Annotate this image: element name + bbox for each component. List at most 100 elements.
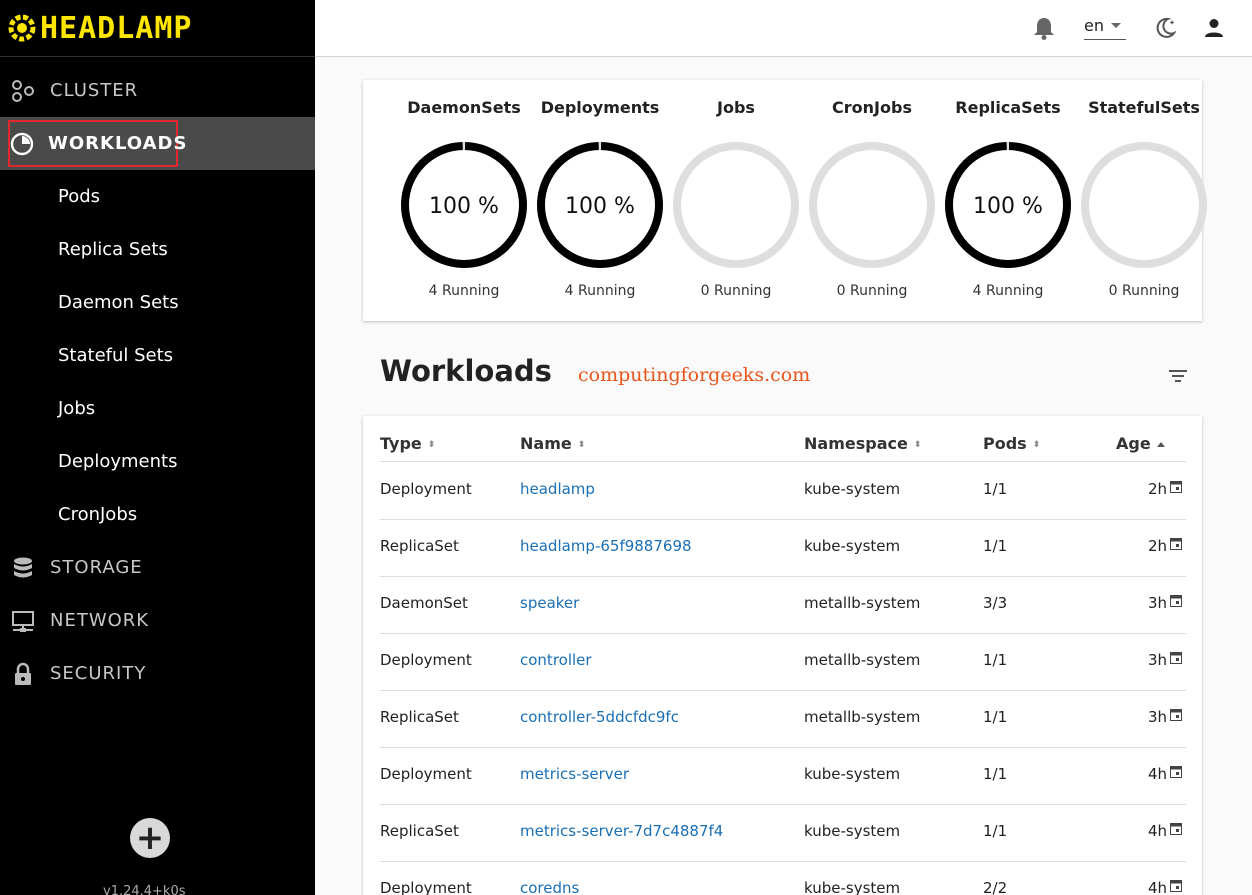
table-row: Deployment coredns kube-system 2/2 4h [380, 862, 1186, 895]
calendar-icon[interactable] [1170, 708, 1182, 721]
add-cluster-button[interactable]: + [130, 818, 170, 858]
gauge-chart [1081, 142, 1207, 268]
cell-name-link[interactable]: metrics-server-7d7c4887f4 [520, 822, 723, 840]
sort-ascending-icon [1156, 442, 1165, 447]
sidebar-item-workloads[interactable]: WORKLOADS [0, 117, 315, 170]
gauge-cronjobs[interactable]: CronJobs 0 Running [804, 80, 940, 299]
column-header-name[interactable]: Name ⬍ [520, 434, 585, 453]
cell-name-link[interactable]: headlamp [520, 480, 595, 498]
sidebar-item-security[interactable]: SECURITY [0, 647, 315, 700]
gauge-chart: 100 % [537, 142, 663, 268]
cell-age: 3h [1147, 594, 1167, 612]
calendar-icon[interactable] [1170, 765, 1182, 778]
cell-pods: 1/1 [983, 480, 1008, 498]
cell-age: 4h [1147, 822, 1167, 840]
cell-age: 4h [1147, 879, 1167, 895]
calendar-icon[interactable] [1170, 480, 1182, 493]
gauge-chart [809, 142, 935, 268]
gauge-running: 0 Running [836, 283, 908, 299]
calendar-icon[interactable] [1170, 594, 1182, 607]
cell-age: 3h [1147, 708, 1167, 726]
gauge-title: Jobs [717, 98, 755, 117]
theme-toggle-button[interactable] [1150, 13, 1180, 43]
cell-namespace: metallb-system [804, 708, 921, 726]
cell-age: 3h [1147, 651, 1167, 669]
sort-icon: ⬍ [427, 439, 436, 450]
network-icon [10, 608, 36, 634]
cell-type: ReplicaSet [380, 537, 459, 555]
cluster-icon [10, 78, 36, 104]
sidebar-item-pods[interactable]: Pods [0, 170, 315, 223]
cell-type: Deployment [380, 765, 472, 783]
cell-name-link[interactable]: controller [520, 651, 592, 669]
cell-type: Deployment [380, 480, 472, 498]
chevron-down-icon [1110, 23, 1121, 28]
cell-pods: 1/1 [983, 822, 1008, 840]
sidebar-item-cronjobs[interactable]: CronJobs [0, 488, 315, 541]
headlamp-logo[interactable]: HEADLAMP [0, 0, 315, 57]
sidebar: HEADLAMP CLUSTER WORKLOADS Pods Replica … [0, 0, 315, 895]
sidebar-item-network[interactable]: NETWORK [0, 594, 315, 647]
sidebar-item-storage[interactable]: STORAGE [0, 541, 315, 594]
sidebar-item-deployments[interactable]: Deployments [0, 435, 315, 488]
cell-name-link[interactable]: controller-5ddcfdc9fc [520, 708, 679, 726]
top-bar: en [315, 0, 1252, 57]
column-header-pods[interactable]: Pods ⬍ [983, 434, 1040, 453]
sidebar-item-label: SECURITY [50, 663, 147, 684]
notifications-button[interactable] [1029, 13, 1059, 43]
cell-pods: 1/1 [983, 708, 1008, 726]
sidebar-item-daemon-sets[interactable]: Daemon Sets [0, 276, 315, 329]
sidebar-item-replica-sets[interactable]: Replica Sets [0, 223, 315, 276]
table-row: Deployment controller metallb-system 1/1… [380, 634, 1186, 691]
gauge-percent: 100 % [565, 194, 635, 219]
filter-button[interactable] [1165, 365, 1191, 387]
user-icon [1205, 19, 1223, 37]
cell-name-link[interactable]: metrics-server [520, 765, 629, 783]
column-header-namespace[interactable]: Namespace ⬍ [804, 434, 921, 453]
user-account-button[interactable] [1199, 13, 1229, 43]
gauge-jobs[interactable]: Jobs 0 Running [668, 80, 804, 299]
gauge-title: Deployments [540, 98, 660, 117]
sidebar-item-label: NETWORK [50, 610, 150, 631]
plus-icon: + [135, 818, 165, 858]
column-header-type[interactable]: Type ⬍ [380, 434, 435, 453]
sort-icon: ⬍ [913, 439, 922, 450]
cell-name-link[interactable]: headlamp-65f9887698 [520, 537, 692, 555]
cell-type: ReplicaSet [380, 822, 459, 840]
cell-namespace: kube-system [804, 765, 901, 783]
gauge-daemonsets[interactable]: DaemonSets 100 % 4 Running [396, 80, 532, 299]
gauge-deployments[interactable]: Deployments 100 % 4 Running [532, 80, 668, 299]
gauge-title: DaemonSets [407, 98, 521, 117]
gauge-running: 4 Running [972, 283, 1044, 299]
lock-icon [10, 661, 36, 687]
cell-pods: 1/1 [983, 651, 1008, 669]
gauge-percent: 100 % [973, 194, 1043, 219]
workloads-table: Type ⬍ Name ⬍ Namespace ⬍ Pods ⬍ Age Deploym… [363, 416, 1202, 895]
calendar-icon[interactable] [1170, 879, 1182, 892]
calendar-icon[interactable] [1170, 822, 1182, 835]
gauge-statefulsets[interactable]: StatefulSets 0 Running [1076, 80, 1212, 299]
sidebar-item-jobs[interactable]: Jobs [0, 382, 315, 435]
sidebar-item-cluster[interactable]: CLUSTER [0, 64, 315, 117]
gauge-running: 4 Running [428, 283, 500, 299]
brand-name: HEADLAMP [40, 10, 193, 46]
table-row: Deployment metrics-server kube-system 1/… [380, 748, 1186, 805]
gauge-replicasets[interactable]: ReplicaSets 100 % 4 Running [940, 80, 1076, 299]
cell-namespace: kube-system [804, 879, 901, 895]
cell-name-link[interactable]: speaker [520, 594, 579, 612]
sidebar-item-stateful-sets[interactable]: Stateful Sets [0, 329, 315, 382]
cell-namespace: kube-system [804, 537, 901, 555]
headlamp-logo-icon [8, 14, 36, 42]
workloads-icon [10, 131, 34, 157]
table-row: DaemonSet speaker metallb-system 3/3 3h [380, 577, 1186, 634]
sort-icon: ⬍ [1032, 439, 1041, 450]
calendar-icon[interactable] [1170, 651, 1182, 664]
workloads-highlight: WORKLOADS [8, 120, 186, 167]
gauge-running: 4 Running [564, 283, 636, 299]
gauge-percent: 100 % [429, 194, 499, 219]
language-select[interactable]: en [1084, 12, 1126, 40]
calendar-icon[interactable] [1170, 537, 1182, 550]
column-header-age[interactable]: Age [1116, 434, 1165, 453]
cell-age: 4h [1147, 765, 1167, 783]
cell-name-link[interactable]: coredns [520, 879, 579, 895]
